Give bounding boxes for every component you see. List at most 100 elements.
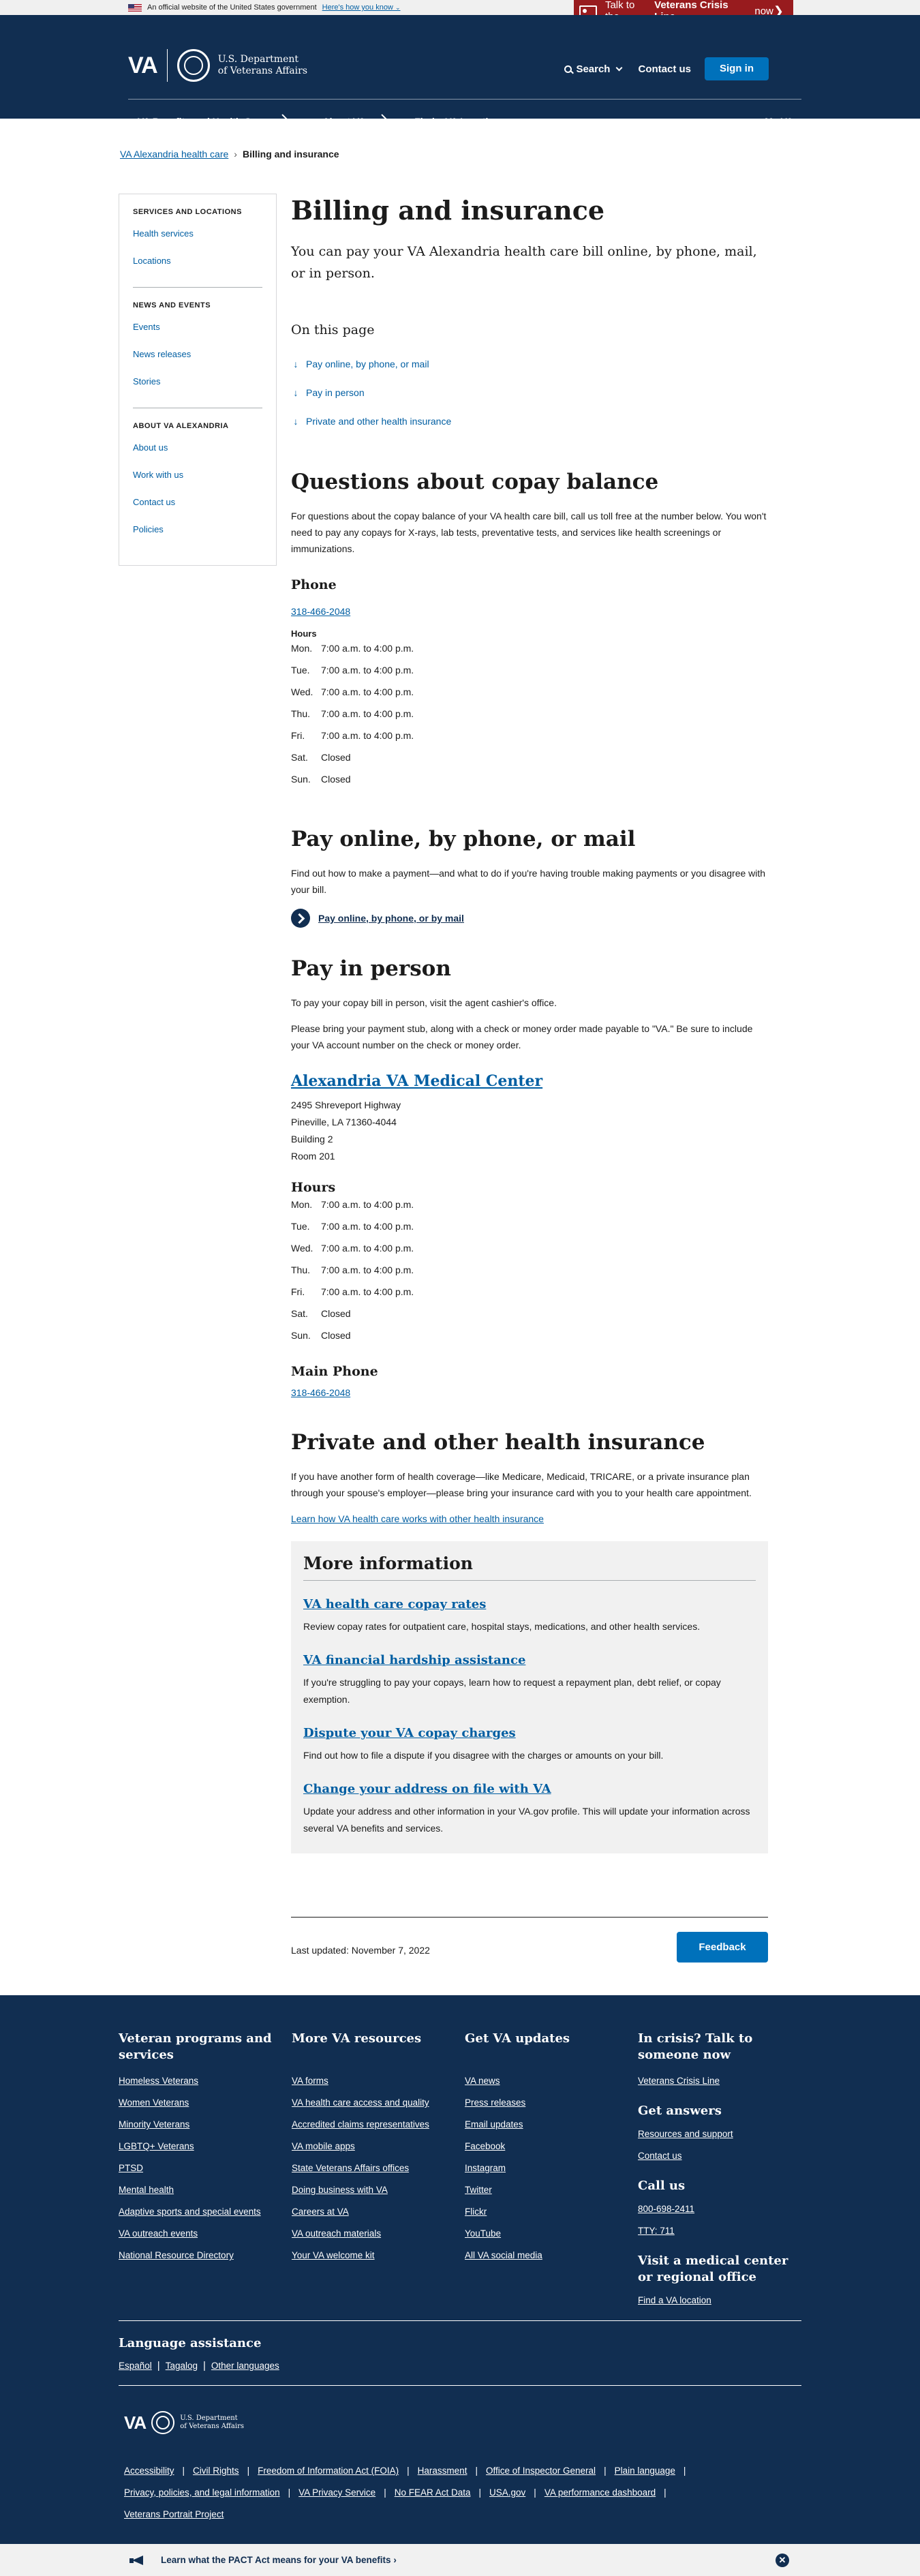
sign-in-button[interactable]: Sign in [705, 57, 769, 80]
footer-link[interactable]: Doing business with VA [292, 2185, 448, 2207]
insurance-learn-link[interactable]: Learn how VA health care works with othe… [291, 1513, 544, 1524]
footer-link[interactable]: Careers at VA [292, 2207, 448, 2228]
sidenav-link-health-services[interactable]: Health services [133, 228, 262, 256]
megaphone-icon [129, 2554, 144, 2566]
contact-us-link[interactable]: Contact us [638, 63, 691, 75]
footer-bottom-link[interactable]: Office of Inspector General [486, 2466, 596, 2476]
last-updated: Last updated: November 7, 2022 [291, 1945, 430, 1956]
footer-link[interactable]: Accredited claims representatives [292, 2119, 448, 2141]
more-info-heading: More information [303, 1554, 756, 1581]
facility-link[interactable]: Alexandria VA Medical Center [291, 1072, 542, 1090]
footer-bottom-link[interactable]: Veterans Portrait Project [124, 2509, 224, 2519]
footer-link[interactable]: VA health care access and quality [292, 2097, 448, 2119]
footer-link[interactable]: PTSD [119, 2163, 275, 2185]
footer-link[interactable]: Adaptive sports and special events [119, 2207, 275, 2228]
footer-bottom-link[interactable]: VA performance dashboard [545, 2487, 656, 2498]
breadcrumb-parent-link[interactable]: VA Alexandria health care [120, 149, 228, 160]
nav-my-va[interactable]: My VA [756, 116, 801, 127]
pay-in-person-heading: Pay in person [291, 956, 451, 981]
footer-tty-link[interactable]: TTY: 711 [638, 2226, 795, 2247]
sidenav-link-contact-us[interactable]: Contact us [133, 497, 262, 524]
footer-phone-link[interactable]: 800-698-2411 [638, 2204, 795, 2226]
footer-link[interactable]: Facebook [465, 2141, 622, 2163]
footer-col-title: Veteran programs and services [119, 2031, 272, 2062]
footer-va-logo[interactable]: VA U.S. Department of Veterans Affairs [124, 2411, 244, 2434]
lang-link-espanol[interactable]: Español [119, 2361, 152, 2371]
pay-online-action-link[interactable]: Pay online, by phone, or by mail [291, 909, 768, 928]
feedback-button[interactable]: Feedback [677, 1932, 768, 1963]
hours-row: Tue. 7:00 a.m. to 4:00 p.m. [291, 665, 414, 676]
footer-link[interactable]: Resources and support [638, 2129, 795, 2151]
footer-link[interactable]: VA mobile apps [292, 2141, 448, 2163]
insurance-text: If you have another form of health cover… [291, 1471, 752, 1498]
footer-link[interactable]: VA outreach materials [292, 2228, 448, 2250]
footer-link[interactable]: VA news [465, 2076, 622, 2097]
footer-link[interactable]: LGBTQ+ Veterans [119, 2141, 275, 2163]
search-button[interactable]: Search [564, 63, 623, 75]
footer-link[interactable]: Email updates [465, 2119, 622, 2141]
footer-bottom-link[interactable]: Freedom of Information Act (FOIA) [258, 2466, 399, 2476]
footer-find-location-link[interactable]: Find a VA location [638, 2295, 795, 2317]
footer-link[interactable]: Women Veterans [119, 2097, 275, 2119]
page-intro: You can pay your VA Alexandria health ca… [291, 244, 757, 281]
footer-link[interactable]: All VA social media [465, 2250, 622, 2272]
main-phone-link[interactable]: 318-466-2048 [291, 1387, 350, 1398]
footer-col-title: Get VA updates [465, 2031, 570, 2046]
jump-link-pay-in-person[interactable]: ↓ Pay in person [291, 378, 768, 407]
footer-bottom-link[interactable]: Plain language [615, 2466, 675, 2476]
sidenav-link-locations[interactable]: Locations [133, 256, 262, 283]
footer-link[interactable]: Flickr [465, 2207, 622, 2228]
sidenav-link-about-us[interactable]: About us [133, 442, 262, 470]
footer-link[interactable]: Press releases [465, 2097, 622, 2119]
footer-link[interactable]: Instagram [465, 2163, 622, 2185]
footer-link[interactable]: VA forms [292, 2076, 448, 2097]
sidenav-link-news-releases[interactable]: News releases [133, 349, 262, 376]
footer-bottom-link[interactable]: No FEAR Act Data [395, 2487, 471, 2498]
heres-how-you-know-link[interactable]: Here's how you know ⌄ [322, 3, 401, 12]
sidenav-link-stories[interactable]: Stories [133, 376, 262, 404]
footer-link[interactable]: Your VA welcome kit [292, 2250, 448, 2272]
more-info-link-hardship[interactable]: VA financial hardship assistance [303, 1653, 756, 1667]
footer-link[interactable]: Twitter [465, 2185, 622, 2207]
more-info-desc: Find out how to file a dispute if you di… [303, 1750, 664, 1761]
footer-link[interactable]: National Resource Directory [119, 2250, 275, 2272]
hours-label: Hours [291, 628, 317, 639]
footer-link[interactable]: Mental health [119, 2185, 275, 2207]
copay-phone-link[interactable]: 318-466-2048 [291, 606, 350, 617]
close-icon[interactable]: ✕ [776, 2553, 789, 2567]
footer-bottom-link[interactable]: Harassment [418, 2466, 467, 2476]
sidenav-link-events[interactable]: Events [133, 322, 262, 349]
logo-divider [166, 49, 168, 82]
footer-link[interactable]: State Veterans Affairs offices [292, 2163, 448, 2185]
footer-bottom-link[interactable]: VA Privacy Service [298, 2487, 375, 2498]
footer-link[interactable]: VA outreach events [119, 2228, 275, 2250]
more-info-link-dispute[interactable]: Dispute your VA copay charges [303, 1726, 756, 1740]
lang-link-tagalog[interactable]: Tagalog [166, 2361, 198, 2371]
footer-bottom-link[interactable]: USA.gov [489, 2487, 525, 2498]
footer-bottom-link[interactable]: Privacy, policies, and legal information [124, 2487, 280, 2498]
more-info-link-change-address[interactable]: Change your address on file with VA [303, 1782, 756, 1796]
hours-row: Thu. 7:00 a.m. to 4:00 p.m. [291, 1264, 414, 1275]
footer-link[interactable]: Homeless Veterans [119, 2076, 275, 2097]
sidenav-link-work-with-us[interactable]: Work with us [133, 470, 262, 497]
nav-find-location[interactable]: Find a VA Location [406, 116, 508, 127]
footer-link[interactable]: Contact us [638, 2151, 795, 2172]
footer-bottom-link[interactable]: Civil Rights [193, 2466, 239, 2476]
more-info-link-copay-rates[interactable]: VA health care copay rates [303, 1597, 756, 1611]
footer-link[interactable]: YouTube [465, 2228, 622, 2250]
footer-link[interactable]: Minority Veterans [119, 2119, 275, 2141]
on-this-page-title: On this page [291, 322, 375, 337]
nav-about-va[interactable]: About VA [307, 111, 407, 128]
jump-link-insurance[interactable]: ↓ Private and other health insurance [291, 407, 768, 436]
jump-link-pay-online[interactable]: ↓ Pay online, by phone, or mail [291, 350, 768, 378]
lang-link-other[interactable]: Other languages [211, 2361, 279, 2371]
footer-col-title: More VA resources [292, 2031, 422, 2046]
arrow-down-icon: ↓ [293, 416, 298, 427]
sidenav-link-policies[interactable]: Policies [133, 524, 262, 551]
nav-benefits-health-care[interactable]: VA Benefits and Health Care [121, 111, 307, 128]
pact-act-link[interactable]: Learn what the PACT Act means for your V… [161, 2555, 397, 2565]
footer-crisis-link[interactable]: Veterans Crisis Line [638, 2076, 795, 2097]
va-logo[interactable]: VA U.S. Department of Veterans Affairs [128, 49, 307, 82]
search-icon [564, 65, 572, 73]
footer-bottom-link[interactable]: Accessibility [124, 2466, 174, 2476]
